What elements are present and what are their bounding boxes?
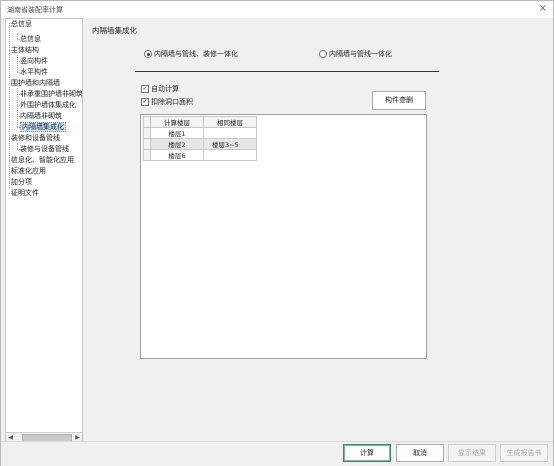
tree-item-label: 主体结构	[11, 46, 39, 54]
tree-item-standardization[interactable]: 标准化应用	[11, 166, 46, 176]
app-window: 湖南省装配率计算 × 总信息 总信息 主体结构 竖向构件 水平构件 围护墙和内隔…	[0, 0, 554, 466]
same-floor-cell[interactable]: 楼层3~5	[203, 138, 257, 150]
tree-item-walls[interactable]: 围护墙和内隔墙	[11, 78, 60, 88]
section-title: 内隔墙集成化	[92, 26, 137, 35]
tree-item-label: 竖向构件	[20, 57, 48, 65]
tree-item-partition-integration[interactable]: 内隔墙集成化	[20, 122, 66, 132]
radio-label: 内隔墙与管线一体化	[329, 50, 392, 58]
tree-item-horizontal-components[interactable]: 水平构件	[20, 67, 48, 77]
tree-item-exterior-wall-integration[interactable]: 外围护墙体集成化	[20, 100, 76, 110]
row-header[interactable]	[143, 127, 151, 139]
tree-item-label: 信息化、智能化应用	[11, 156, 74, 164]
tree-item-informatization[interactable]: 信息化、智能化应用	[11, 155, 74, 165]
tree-item-bonus[interactable]: 加分项	[11, 177, 32, 187]
tree-item-label: 外围护墙体集成化	[20, 101, 76, 109]
generate-report-button[interactable]: 生成报告书	[500, 444, 548, 462]
window-title: 湖南省装配率计算	[7, 6, 63, 14]
title-bar: 湖南省装配率计算 ×	[1, 1, 553, 19]
tree-item-label: 非承重围护墙非砌筑	[20, 90, 83, 98]
radio-selected-icon	[144, 50, 152, 58]
tree-item-vertical-components[interactable]: 竖向构件	[20, 56, 48, 66]
nav-tree: 总信息 总信息 主体结构 竖向构件 水平构件 围护墙和内隔墙 非承重围护墙非砌筑…	[5, 18, 83, 443]
tree-item-label: 装修和设备管线	[11, 134, 60, 142]
radio-unselected-icon	[319, 50, 327, 58]
tree-item-label: 总信息	[11, 20, 32, 28]
checkbox-auto-calculate[interactable]: ✓ 自动计算	[141, 84, 179, 94]
tree-item-partition-non-masonry[interactable]: 内隔墙非砌筑	[20, 111, 62, 121]
radio-label: 内隔墙与管线、装修一体化	[154, 50, 238, 58]
same-floor-cell[interactable]	[203, 127, 257, 139]
tree-item-label: 内隔墙非砌筑	[20, 112, 62, 120]
tree-item-label: 内隔墙集成化	[20, 122, 66, 132]
table-header-row: 计算楼层 相同楼层	[143, 116, 257, 128]
tree-item-decoration-pipelines[interactable]: 装修和设备管线	[11, 133, 60, 143]
tree-item-main-structure[interactable]: 主体结构	[11, 45, 39, 55]
calc-floor-cell[interactable]: 楼层2	[150, 138, 204, 150]
row-header-corner	[143, 116, 151, 128]
close-icon[interactable]: ×	[539, 3, 547, 15]
footer-bar: 计算 取消 显示结果 生成报告书	[1, 441, 553, 466]
show-result-button[interactable]: 显示结果	[448, 444, 496, 462]
checkbox-deduct-openings[interactable]: ✓ 扣除洞口面积	[141, 97, 193, 107]
same-floor-cell[interactable]	[203, 149, 257, 161]
checkbox-label: 扣除洞口面积	[151, 98, 193, 106]
column-header-same-floor[interactable]: 相同楼层	[203, 116, 257, 128]
calc-floor-cell[interactable]: 楼层1	[150, 127, 204, 139]
column-header-calc-floor[interactable]: 计算楼层	[150, 116, 204, 128]
table-row: 楼层1	[143, 127, 257, 139]
checkbox-label: 自动计算	[151, 85, 179, 93]
tree-item-label: 水平构件	[20, 68, 48, 76]
table-row: 楼层2 楼层3~5	[143, 138, 257, 150]
checkbox-checked-icon: ✓	[141, 98, 149, 106]
checkbox-checked-icon: ✓	[141, 85, 149, 93]
tree-item-label: 总信息	[20, 35, 41, 43]
tree-item-label: 围护墙和内隔墙	[11, 79, 60, 87]
tree-item-non-load-bearing-wall[interactable]: 非承重围护墙非砌筑	[20, 89, 83, 99]
row-header[interactable]	[143, 149, 151, 161]
tree-item-certificates[interactable]: 证明文件	[11, 188, 39, 198]
table-row: 楼层6	[143, 149, 257, 161]
tree-item-label: 证明文件	[11, 189, 39, 197]
floor-table: 计算楼层 相同楼层 楼层1 楼层2 楼层3~5 楼层6	[143, 116, 257, 161]
tree-item-decoration-pipelines-sub[interactable]: 装修与设备管线	[20, 144, 69, 154]
calc-floor-cell[interactable]: 楼层6	[150, 149, 204, 161]
tree-item-label: 标准化应用	[11, 167, 46, 175]
tree-item-label: 加分项	[11, 178, 32, 186]
component-query-button[interactable]: 构件查删	[372, 91, 426, 110]
floor-grid-panel: 计算楼层 相同楼层 楼层1 楼层2 楼层3~5 楼层6	[140, 114, 427, 359]
tree-item-label: 装修与设备管线	[20, 145, 69, 153]
tree-item-general-info-sub[interactable]: 总信息	[20, 34, 41, 44]
divider	[135, 71, 439, 72]
tree-connector	[9, 23, 10, 188]
row-header[interactable]	[143, 138, 151, 150]
calculate-button[interactable]: 计算	[343, 444, 391, 462]
main-panel: 内隔墙集成化 内隔墙与管线、装修一体化 内隔墙与管线一体化 ✓ 自动计算 ✓ 扣除洞…	[83, 18, 552, 440]
tree-connector	[17, 55, 18, 72]
radio-partition-pipeline[interactable]: 内隔墙与管线一体化	[319, 49, 392, 59]
tree-item-general-info[interactable]: 总信息	[11, 19, 32, 29]
cancel-button[interactable]: 取消	[396, 444, 444, 462]
radio-partition-pipeline-decoration[interactable]: 内隔墙与管线、装修一体化	[144, 49, 238, 59]
